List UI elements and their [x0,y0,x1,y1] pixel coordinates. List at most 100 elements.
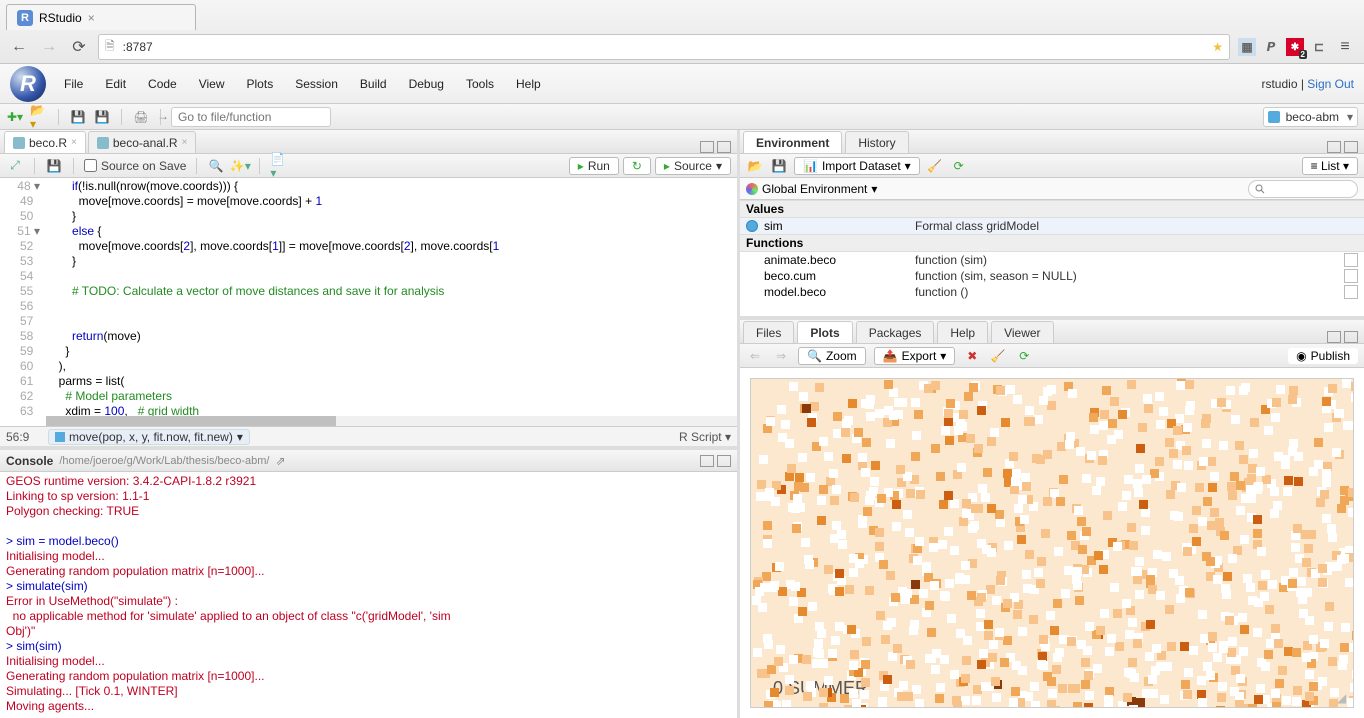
object-icon [746,220,758,232]
source-editor[interactable]: 48 ▾49 50 51 ▾52 53 54 55 56 57 58 59 60… [0,178,737,426]
remove-plot-icon[interactable]: ✖ [963,347,981,365]
env-row[interactable]: beco.cumfunction (sim, season = NULL) [740,268,1364,284]
minimize-pane-icon[interactable] [700,141,714,153]
env-row[interactable]: simFormal class gridModel [740,218,1364,234]
r-file-icon [97,137,109,149]
source-button[interactable]: ▸Source ▾ [655,157,731,175]
view-function-icon[interactable] [1344,269,1358,283]
sign-out-link[interactable]: Sign Out [1307,77,1354,91]
minimize-pane-icon[interactable] [1327,331,1341,343]
extension-icon[interactable]: ▦ [1238,38,1256,56]
back-button[interactable]: ← [8,38,30,56]
close-icon[interactable]: × [182,137,188,148]
address-text: :8787 [123,40,153,54]
save-workspace-icon[interactable]: 💾 [770,157,788,175]
extension-icon[interactable]: ⊏ [1310,38,1328,56]
view-function-icon[interactable] [1344,285,1358,299]
refresh-icon[interactable]: ⟳ [1015,347,1033,365]
popout-icon[interactable]: ⤢ [6,157,24,175]
notebook-icon[interactable]: 📄▾ [270,157,288,175]
save-all-icon[interactable]: 💾 [93,108,111,126]
load-workspace-icon[interactable]: 📂 [746,157,764,175]
menu-debug[interactable]: Debug [409,77,444,91]
menu-tools[interactable]: Tools [466,77,494,91]
view-function-icon[interactable] [1344,253,1358,267]
tab-viewer[interactable]: Viewer [991,321,1053,343]
tab-files[interactable]: Files [743,321,794,343]
menu-file[interactable]: File [64,77,83,91]
clear-plots-icon[interactable]: 🧹 [989,347,1007,365]
save-icon[interactable]: 💾 [69,108,87,126]
print-icon[interactable]: 🖨 [132,108,150,126]
source-on-save-checkbox[interactable]: Source on Save [84,159,186,173]
menu-help[interactable]: Help [516,77,541,91]
run-button[interactable]: ▸Run [569,157,619,175]
view-mode-button[interactable]: ≡ List ▾ [1302,157,1358,175]
menu-view[interactable]: View [199,77,225,91]
rstudio-logo: R [10,66,46,102]
reload-button[interactable]: ⟳ [68,37,90,57]
account-links: rstudio | Sign Out [1261,77,1354,91]
r-file-icon [13,137,25,149]
maximize-pane-icon[interactable] [717,141,731,153]
env-section-header: Values [740,200,1364,218]
extension-mendeley-icon[interactable]: ✱2 [1286,38,1304,56]
env-row[interactable]: model.becofunction () [740,284,1364,300]
find-icon[interactable]: 🔍 [207,157,225,175]
new-project-icon[interactable]: 📂▾ [30,108,48,126]
forward-button[interactable]: → [38,38,60,56]
maximize-pane-icon[interactable] [1344,331,1358,343]
menu-build[interactable]: Build [360,77,387,91]
browser-tab-title: RStudio [39,11,82,25]
browser-tab[interactable]: R RStudio × [6,4,196,30]
browse-wd-icon[interactable]: ⇗ [275,454,285,468]
extension-p-icon[interactable]: 𝙋 [1262,38,1280,56]
console-output[interactable]: GEOS runtime version: 3.4.2-CAPI-1.8.2 r… [0,472,737,718]
rstudio-favicon: R [17,10,33,26]
publish-button[interactable]: ◉ Publish [1288,348,1358,364]
clear-icon[interactable]: 🧹 [926,157,944,175]
wand-icon[interactable]: ✨▾ [231,157,249,175]
new-file-icon[interactable]: ✚▾ [6,108,24,126]
env-row[interactable]: animate.becofunction (sim) [740,252,1364,268]
console-title: Console [6,454,53,468]
browser-menu-icon[interactable]: ≡ [1334,38,1356,56]
close-icon[interactable]: × [71,137,77,148]
export-button[interactable]: 📤 Export ▾ [874,347,956,365]
source-tab[interactable]: beco-anal.R× [88,131,197,153]
menu-plots[interactable]: Plots [247,77,274,91]
menu-code[interactable]: Code [148,77,177,91]
close-tab-icon[interactable]: × [88,11,95,25]
minimize-pane-icon[interactable] [700,455,714,467]
console-path: /home/joeroe/g/Work/Lab/thesis/beco-abm/ [59,455,269,467]
goto-file-input[interactable] [171,107,331,127]
menu-session[interactable]: Session [295,77,338,91]
maximize-pane-icon[interactable] [1344,141,1358,153]
source-tab[interactable]: beco.R× [4,131,86,153]
scope-indicator[interactable]: move(pop, x, y, fit.now, fit.new) ▾ [48,429,250,445]
file-type[interactable]: R Script ▾ [679,430,731,444]
bookmark-star-icon[interactable]: ★ [1212,40,1223,54]
maximize-pane-icon[interactable] [717,455,731,467]
env-section-header: Functions [740,234,1364,252]
tab-history[interactable]: History [845,131,908,153]
zoom-button[interactable]: 🔍 Zoom [798,347,866,365]
environment-scope[interactable]: Global Environment ▾ [746,182,877,196]
tab-packages[interactable]: Packages [856,321,935,343]
horizontal-scrollbar[interactable] [46,416,737,426]
tab-help[interactable]: Help [937,321,988,343]
project-picker[interactable]: beco-abm [1263,107,1358,127]
environment-search[interactable] [1248,180,1358,198]
tab-environment[interactable]: Environment [743,131,842,153]
next-plot-icon[interactable]: ⇒ [772,347,790,365]
refresh-icon[interactable]: ⟳ [950,157,968,175]
rerun-button[interactable]: ↻ [623,157,651,175]
save-icon[interactable]: 💾 [45,157,63,175]
tab-plots[interactable]: Plots [797,321,852,343]
address-bar[interactable]: 🗎 :8787 ★ [98,34,1230,60]
cursor-position: 56:9 [6,430,42,444]
menu-edit[interactable]: Edit [105,77,126,91]
minimize-pane-icon[interactable] [1327,141,1341,153]
prev-plot-icon[interactable]: ⇐ [746,347,764,365]
import-dataset-button[interactable]: 📊 Import Dataset ▾ [794,157,920,175]
